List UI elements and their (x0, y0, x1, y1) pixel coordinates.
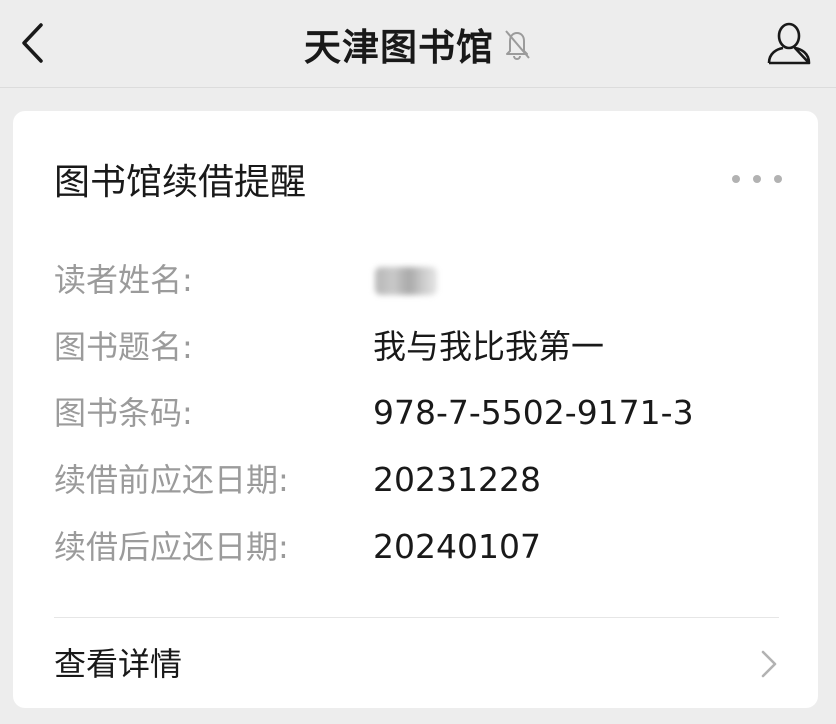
field-row-due-after: 续借后应还日期: 20240107 (54, 527, 794, 567)
ellipsis-icon (753, 175, 761, 183)
field-row-due-before: 续借前应还日期: 20231228 (54, 460, 794, 500)
field-value: 978-7-5502-9171-3 (373, 393, 694, 432)
view-details-label: 查看详情 (54, 645, 183, 683)
notification-card: 图书馆续借提醒 读者姓名: 图书题名: 我与我比我第一 图书条码: 978-7-… (13, 111, 818, 708)
more-button[interactable] (732, 171, 782, 187)
field-value: 20231228 (373, 460, 541, 499)
navigation-bar: 天津图书馆 (0, 0, 836, 88)
field-row-barcode: 图书条码: 978-7-5502-9171-3 (54, 393, 794, 433)
card-title: 图书馆续借提醒 (54, 162, 307, 203)
field-value: 20240107 (373, 527, 541, 566)
view-details-link[interactable]: 查看详情 (54, 643, 779, 685)
field-value: 我与我比我第一 (373, 327, 604, 366)
ellipsis-icon (774, 175, 782, 183)
field-label: 读者姓名: (54, 261, 193, 299)
field-label: 续借前应还日期: (54, 461, 289, 499)
field-label: 图书条码: (54, 394, 193, 432)
bell-muted-icon (502, 27, 532, 61)
back-button[interactable] (12, 18, 52, 68)
field-label: 续借后应还日期: (54, 528, 289, 566)
field-row-book-title: 图书题名: 我与我比我第一 (54, 327, 794, 367)
person-icon (767, 22, 811, 65)
field-label: 图书题名: (54, 328, 193, 366)
profile-button[interactable] (764, 18, 814, 68)
ellipsis-icon (732, 175, 740, 183)
title-wrap: 天津图书馆 (0, 0, 836, 88)
chevron-left-icon (22, 23, 43, 63)
field-row-reader-name: 读者姓名: (54, 260, 794, 300)
divider (54, 617, 779, 618)
redacted-reader-name (373, 266, 439, 296)
chevron-right-icon (761, 650, 777, 678)
page-title: 天津图书馆 (304, 26, 494, 69)
